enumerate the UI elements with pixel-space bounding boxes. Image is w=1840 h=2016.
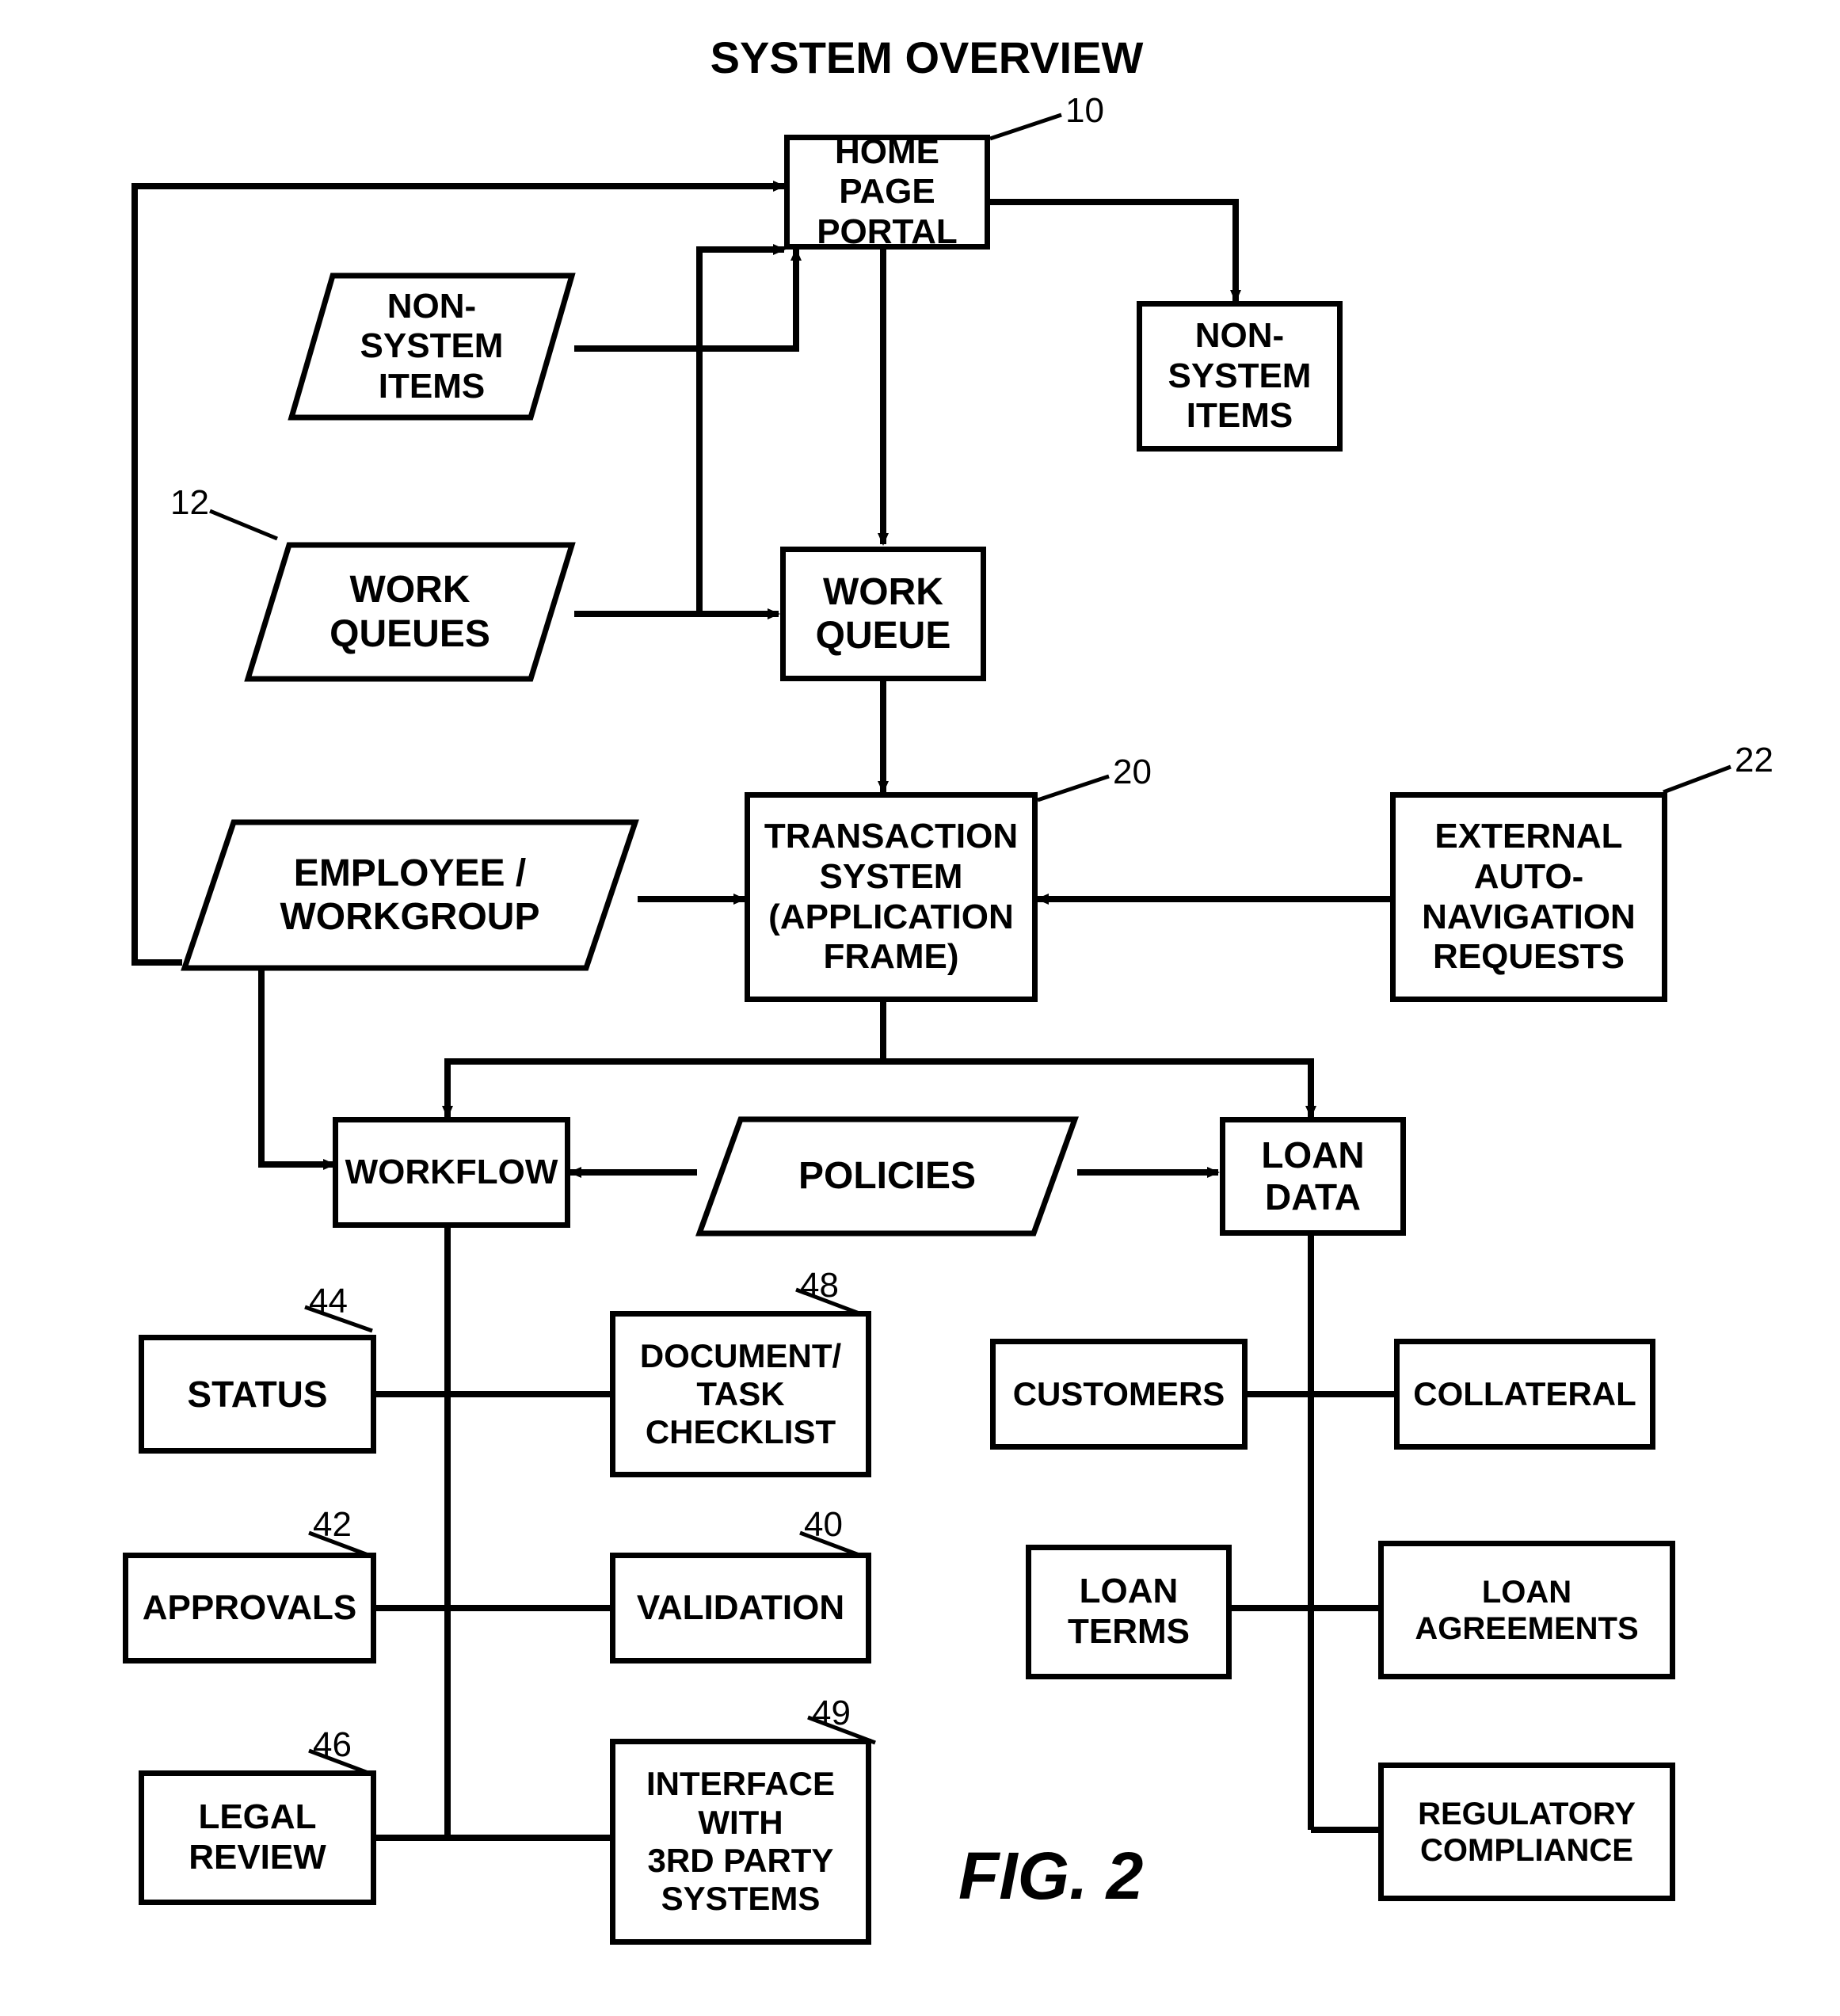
box-collateral: COLLATERAL — [1394, 1339, 1655, 1450]
label: EMPLOYEE / WORKGROUP — [280, 852, 540, 939]
diagram-title: SYSTEM OVERVIEW — [602, 32, 1251, 83]
figure-label: FIG. 2 — [958, 1838, 1143, 1915]
ref-40: 40 — [804, 1505, 843, 1545]
box-work-queue: WORK QUEUE — [780, 547, 986, 681]
ref-10: 10 — [1065, 91, 1104, 131]
box-regulatory-compliance: REGULATORY COMPLIANCE — [1378, 1763, 1675, 1901]
box-document-task-checklist: DOCUMENT/ TASK CHECKLIST — [610, 1311, 871, 1477]
box-loan-agreements: LOAN AGREEMENTS — [1378, 1541, 1675, 1679]
ref-20: 20 — [1113, 753, 1152, 792]
box-workflow: WORKFLOW — [333, 1117, 570, 1228]
ref-22: 22 — [1735, 741, 1773, 780]
box-legal-review: LEGAL REVIEW — [139, 1770, 376, 1905]
box-approvals: APPROVALS — [123, 1553, 376, 1663]
box-home-page-portal: HOME PAGE PORTAL — [784, 135, 990, 250]
connectors — [0, 0, 1840, 2016]
ref-49: 49 — [812, 1694, 851, 1733]
box-loan-data: LOAN DATA — [1220, 1117, 1406, 1236]
ref-48: 48 — [800, 1266, 839, 1305]
ref-12: 12 — [170, 483, 209, 523]
box-customers: CUSTOMERS — [990, 1339, 1248, 1450]
pgram-policies: POLICIES — [697, 1117, 1077, 1236]
ref-42: 42 — [313, 1505, 352, 1545]
label: NON- SYSTEM ITEMS — [360, 287, 504, 407]
diagram-stage: SYSTEM OVERVIEW HOME PAGE PORTAL NON- SY… — [0, 0, 1840, 2016]
box-status: STATUS — [139, 1335, 376, 1454]
box-validation: VALIDATION — [610, 1553, 871, 1663]
pgram-employee-workgroup: EMPLOYEE / WORKGROUP — [182, 820, 638, 970]
ref-46: 46 — [313, 1725, 352, 1765]
box-non-system-items-right: NON- SYSTEM ITEMS — [1137, 301, 1343, 452]
box-transaction-system: TRANSACTION SYSTEM (APPLICATION FRAME) — [745, 792, 1038, 1002]
box-interface-3rd-party: INTERFACE WITH 3RD PARTY SYSTEMS — [610, 1739, 871, 1945]
label: POLICIES — [798, 1154, 976, 1198]
label: WORK QUEUES — [330, 568, 490, 655]
pgram-non-system-items-left: NON- SYSTEM ITEMS — [289, 273, 574, 420]
box-loan-terms: LOAN TERMS — [1026, 1545, 1232, 1679]
box-external-auto-nav: EXTERNAL AUTO- NAVIGATION REQUESTS — [1390, 792, 1667, 1002]
pgram-work-queues: WORK QUEUES — [246, 543, 574, 681]
ref-44: 44 — [309, 1282, 348, 1321]
